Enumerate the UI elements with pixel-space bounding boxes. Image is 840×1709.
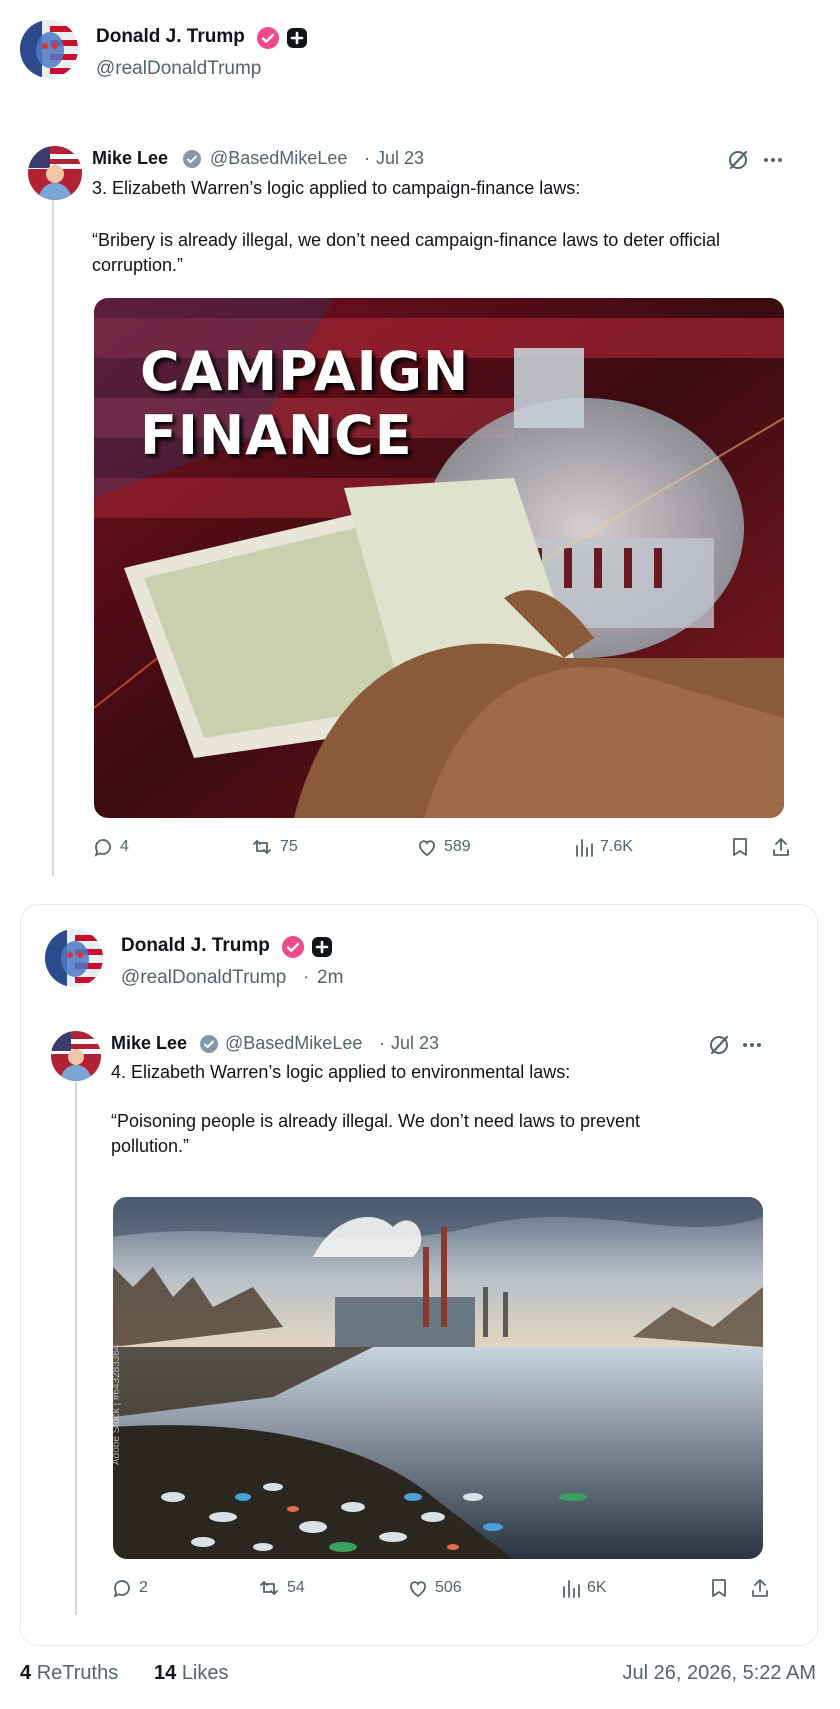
retruth-author-handle[interactable]: @realDonaldTrump [121,967,286,989]
post-timestamp[interactable]: Jul 26, 2026, 5:22 AM [623,1662,816,1685]
likes-label: Likes [181,1662,229,1684]
reply-button[interactable]: 2 [111,1577,148,1599]
grok-icon[interactable] [726,148,750,177]
plus-badge-icon [311,936,333,963]
repost-count: 54 [287,1579,305,1596]
reply-count: 4 [120,838,129,855]
share-icon[interactable] [770,836,792,863]
quote-author-handle[interactable]: @BasedMikeLee [225,1033,362,1054]
retruths-count: 4 [20,1662,32,1684]
retruth-author-avatar[interactable] [45,929,103,987]
quote-date[interactable]: Jul 23 [391,1033,439,1054]
views-count: 6K [587,1579,607,1596]
repost-icon [253,839,271,855]
bookmark-icon[interactable] [709,1577,729,1604]
retruth-author-name[interactable]: Donald J. Trump [121,935,270,957]
quote-text-intro: 3. Elizabeth Warren’s logic applied to c… [92,178,581,198]
handle-separator: · [379,1033,385,1053]
handle-separator: · [303,967,310,988]
pollution-image[interactable] [113,1197,763,1559]
quote-author-avatar[interactable] [51,1031,101,1081]
more-options-icon[interactable] [741,1035,763,1060]
repost-icon [260,1580,278,1596]
quote-text-body: “Bribery is already illegal, we don’t ne… [92,230,720,275]
share-icon[interactable] [749,1577,771,1604]
repost-count: 75 [280,838,298,855]
image-caption-campaign: CAMPAIGN [140,340,470,403]
verified-badge-icon [281,935,305,964]
like-button[interactable]: 506 [407,1577,462,1599]
quote-date[interactable]: Jul 23 [376,148,424,169]
repost-button[interactable]: 75 [250,836,298,858]
heart-icon [419,840,435,857]
reply-button[interactable]: 4 [92,836,129,858]
retruths-label: ReTruths [36,1662,119,1684]
repost-button[interactable]: 54 [257,1577,305,1599]
author-handle[interactable]: @realDonaldTrump [96,58,261,80]
views-icon [576,839,593,857]
views-button[interactable]: 6K [561,1577,607,1599]
quote-author-avatar[interactable] [28,146,82,200]
author-name[interactable]: Donald J. Trump [96,26,245,48]
reply-icon [94,839,111,857]
reply-count: 2 [139,1579,148,1596]
thread-line [52,150,54,876]
verified-check-icon [199,1034,219,1059]
like-button[interactable]: 589 [416,836,471,858]
thread-line [75,1035,77,1615]
quote-author-name[interactable]: Mike Lee [111,1033,187,1054]
plus-badge-icon [286,27,308,54]
likes-stat[interactable]: 14 Likes [154,1662,229,1685]
like-count: 589 [444,838,471,855]
more-options-icon[interactable] [762,150,784,175]
views-button[interactable]: 7.6K [574,836,633,858]
quote-author-name[interactable]: Mike Lee [92,148,168,169]
handle-separator: · [364,148,370,168]
views-count: 7.6K [600,838,633,855]
likes-count: 14 [154,1662,177,1684]
image-caption-finance: FINANCE [140,404,413,467]
views-icon [563,1580,580,1598]
retruth-time[interactable]: 2m [317,967,343,989]
reply-icon [113,1580,130,1598]
author-avatar[interactable] [20,20,78,78]
verified-check-icon [182,149,202,174]
retruths-stat[interactable]: 4 ReTruths [20,1662,118,1685]
retruth-card[interactable]: Donald J. Trump @realDonaldTrump · 2m Mi… [20,904,818,1646]
grok-icon[interactable] [707,1033,731,1062]
quote-author-handle[interactable]: @BasedMikeLee [210,148,347,169]
quote-text-body: “Poisoning people is already illegal. We… [111,1111,640,1156]
like-count: 506 [435,1579,462,1596]
heart-icon [410,1581,426,1598]
bookmark-icon[interactable] [730,836,750,863]
image-watermark: Adobe Stock | #643283364 [111,1344,122,1465]
quote-text-intro: 4. Elizabeth Warren’s logic applied to e… [111,1062,571,1082]
verified-badge-icon [256,26,280,55]
